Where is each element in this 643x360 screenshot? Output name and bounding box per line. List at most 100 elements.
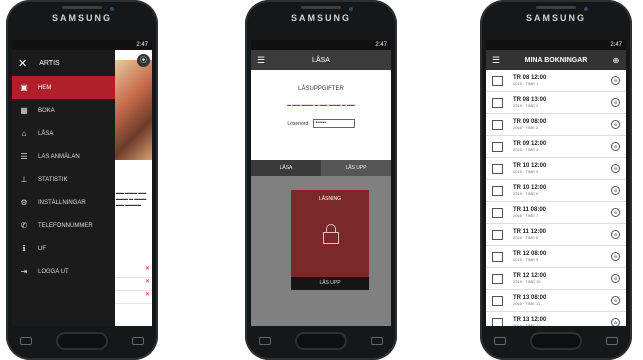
brand-label: SAMSUNG [51,13,112,23]
calendar-icon [492,251,503,262]
recent-apps-button[interactable] [494,337,506,345]
drawer-item-logout[interactable]: ⇥ LOGGA UT [12,260,115,283]
cancel-icon[interactable]: ⊖ [611,76,620,85]
drawer-item-installningar[interactable]: ⚙ INSTÄLLNINGAR [12,191,115,214]
calendar-icon [492,119,503,130]
tab-las-upp[interactable]: LÅS UPP [321,160,391,176]
hardware-buttons [245,330,397,352]
booking-row[interactable]: TR 13 08:00 2016 · TIME 11 ⊖ [486,290,626,312]
booking-text: TR 11 12:00 2016 · TIME 8 [513,229,611,241]
booking-row[interactable]: TR 10 12:00 2016 · TIME 6 ⊖ [486,180,626,202]
close-icon[interactable]: ✕ [115,291,152,304]
home-button[interactable] [56,332,108,350]
booking-subtitle: 2016 · TIME 9 [513,256,539,262]
booking-row[interactable]: TR 11 12:00 2016 · TIME 8 ⊖ [486,224,626,246]
cancel-icon[interactable]: ⊖ [611,186,620,195]
booking-row[interactable]: TR 11 08:00 2016 · TIME 7 ⊖ [486,202,626,224]
menu-icon[interactable]: ☰ [486,55,506,66]
password-field[interactable]: •••••• [312,119,355,128]
booking-row[interactable]: TR 10 12:00 2016 · TIME 5 ⊖ [486,158,626,180]
cancel-icon[interactable]: ⊖ [611,120,620,129]
booking-row[interactable]: TR 12 08:00 2016 · TIME 9 ⊖ [486,246,626,268]
page-title: MINA BOKNINGAR [524,56,588,64]
list-icon: ☰ [20,152,28,161]
cancel-icon[interactable]: ⊖ [611,318,620,326]
home-button[interactable] [295,332,347,350]
tab-lasa[interactable]: LÅSA [251,160,321,176]
login-info: ▬ ▬▬ ▬▬▬ ▬ ▬▬ ▬▬▬ ▬ ▬▬ [287,102,355,107]
status-bar: 2:47 [12,40,152,50]
booking-subtitle: 2016 · TIME 12 [513,322,541,327]
lock-icon [323,224,339,244]
cancel-icon[interactable]: ⊖ [611,164,620,173]
hero-photo [115,60,152,160]
back-button[interactable] [606,337,618,345]
calendar-icon [492,317,503,326]
cancel-icon[interactable]: ⊖ [611,274,620,283]
close-icon[interactable]: ✕ [115,278,152,291]
status-bar: 2:47 [486,40,626,50]
booking-subtitle: 2016 · TIME 10 [513,278,541,284]
nav-drawer: ✕ ARTIS ▣ HEM ▦ BOKA ⌂ LÅSA ☰ LAS ANMÄLAN ⊥ S… [12,50,115,326]
booking-text: TR 08 13:00 2016 · TIME 2 [513,97,611,109]
cancel-icon[interactable]: ⊖ [611,142,620,151]
home-icon: ▣ [20,83,28,92]
booking-text: TR 08 12:00 2016 · TIME 1 [513,75,611,87]
calendar-icon [492,207,503,218]
drawer-item-statistik[interactable]: ⊥ STATISTIK [12,168,115,191]
booking-text: TR 09 12:00 2016 · TIME 4 [513,141,611,153]
drawer-item-anmalan[interactable]: ☰ LAS ANMÄLAN [12,145,115,168]
cancel-icon[interactable]: ⊖ [611,252,620,261]
booking-row[interactable]: TR 08 12:00 2016 · TIME 1 ⊖ [486,70,626,92]
cancel-icon[interactable]: ⊖ [611,98,620,107]
calendar-icon: ▦ [20,106,28,115]
add-icon[interactable]: ⊕ [606,56,626,65]
phone-1: SAMSUNG 2:47 ⦿ ▬▬ ▬▬▬ ▬▬ ▬▬▬ ▬ ▬▬▬ ▬▬ ▬▬▬▬… [6,0,158,360]
booking-row[interactable]: TR 13 12:00 2016 · TIME 12 ⊖ [486,312,626,326]
booking-text: TR 10 12:00 2016 · TIME 6 [513,185,611,197]
drawer-header: ✕ ARTIS [12,50,115,76]
cancel-icon[interactable]: ⊖ [611,208,620,217]
booking-text: TR 12 12:00 2016 · TIME 10 [513,273,611,285]
home-button[interactable] [530,332,582,350]
close-icon[interactable]: ✕ [18,57,27,70]
lock-icon: ⌂ [21,129,27,138]
close-icon[interactable]: ✕ [115,265,152,278]
calendar-icon [492,163,503,174]
calendar-icon [492,185,503,196]
drawer-item-label: LAS ANMÄLAN [38,153,80,160]
phone-icon: ✆ [20,221,28,230]
notification-list: ✕ ✕ ✕ [115,265,152,304]
locker-card: LÅSNING LÅS UPP [291,190,369,290]
booking-row[interactable]: TR 08 13:00 2016 · TIME 2 ⊖ [486,92,626,114]
booking-subtitle: 2016 · TIME 2 [513,102,539,108]
booking-list: TR 08 12:00 2016 · TIME 1 ⊖ TR 08 13:00 2016… [486,70,626,326]
login-heading: LÅSUPPGIFTER [298,86,344,92]
login-card: LÅSUPPGIFTER ▬ ▬▬ ▬▬▬ ▬ ▬▬ ▬▬▬ ▬ ▬▬ Löse… [251,70,391,160]
booking-text: TR 11 08:00 2016 · TIME 7 [513,207,611,219]
drawer-item-lasa[interactable]: ⌂ LÅSA [12,122,115,145]
drawer-item-uf[interactable]: ℹ UF [12,237,115,260]
cancel-icon[interactable]: ⊖ [611,296,620,305]
cancel-icon[interactable]: ⊖ [611,230,620,239]
lock-tabs: LÅSA LÅS UPP [251,160,391,176]
status-bar: 2:47 [251,40,391,50]
unlock-button[interactable]: LÅS UPP [291,277,369,290]
booking-row[interactable]: TR 12 12:00 2016 · TIME 10 ⊖ [486,268,626,290]
back-button[interactable] [132,337,144,345]
hardware-buttons [6,330,158,352]
profile-icon[interactable]: ⦿ [137,54,150,67]
booking-row[interactable]: TR 09 08:00 2016 · TIME 3 ⊖ [486,114,626,136]
drawer-item-hem[interactable]: ▣ HEM [12,76,115,99]
drawer-item-boka[interactable]: ▦ BOKA [12,99,115,122]
drawer-item-telefon[interactable]: ✆ TELEFONNUMMER [12,214,115,237]
recent-apps-button[interactable] [20,337,32,345]
booking-text: TR 13 12:00 2016 · TIME 12 [513,317,611,327]
locker-title: LÅSNING [319,196,341,202]
booking-row[interactable]: TR 09 12:00 2016 · TIME 4 ⊖ [486,136,626,158]
booking-subtitle: 2016 · TIME 6 [513,190,539,196]
recent-apps-button[interactable] [259,337,271,345]
menu-icon[interactable]: ☰ [251,55,271,66]
calendar-icon [492,97,503,108]
back-button[interactable] [371,337,383,345]
